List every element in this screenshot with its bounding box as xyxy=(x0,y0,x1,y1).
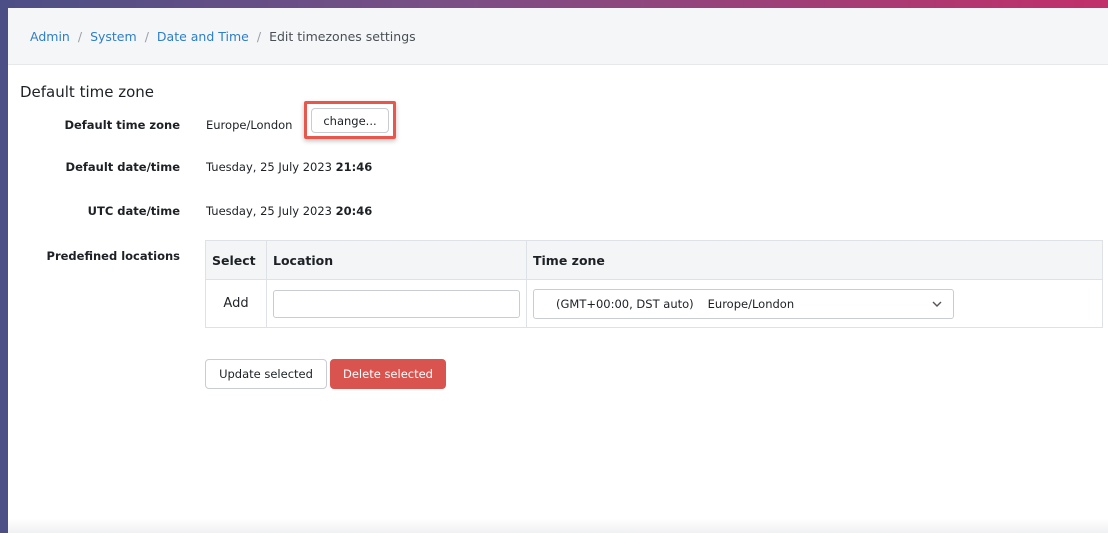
predefined-locations-label: Predefined locations xyxy=(46,249,180,263)
timezone-cell: (GMT+00:00, DST auto) Europe/London xyxy=(526,279,1103,328)
location-cell xyxy=(266,279,527,328)
default-time: 21:46 xyxy=(335,160,373,174)
breadcrumb-system[interactable]: System xyxy=(90,29,137,44)
change-timezone-button[interactable]: change... xyxy=(311,108,389,133)
delete-selected-button[interactable]: Delete selected xyxy=(330,359,446,389)
update-selected-button[interactable]: Update selected xyxy=(205,359,327,389)
window-frame: Admin / System / Date and Time / Edit ti… xyxy=(0,0,1108,533)
default-timezone-value: Europe/London xyxy=(206,118,293,132)
table-header-row: Select Location Time zone xyxy=(205,240,1103,280)
default-timezone-label: Default time zone xyxy=(64,118,180,132)
utc-time: 20:46 xyxy=(335,204,373,218)
breadcrumb-separator: / xyxy=(256,28,262,44)
add-cell: Add xyxy=(205,279,267,328)
utc-datetime-label: UTC date/time xyxy=(87,204,180,218)
breadcrumb: Admin / System / Date and Time / Edit ti… xyxy=(8,8,1108,65)
breadcrumb-admin[interactable]: Admin xyxy=(30,29,70,44)
breadcrumb-separator: / xyxy=(144,28,149,44)
page-content: Admin / System / Date and Time / Edit ti… xyxy=(8,8,1108,533)
default-datetime-value: Tuesday, 25 July 2023 21:46 xyxy=(206,160,372,174)
timezone-name: Europe/London xyxy=(707,296,795,311)
column-header-timezone: Time zone xyxy=(526,240,1103,280)
timezone-offset: (GMT+00:00, DST auto) xyxy=(556,296,694,311)
table-row: Add (GMT+00:00, DST auto) Europe/London xyxy=(205,279,1103,328)
utc-date: Tuesday, 25 July 2023 xyxy=(206,204,332,218)
predefined-locations-table: Select Location Time zone Add (GMT+00:00… xyxy=(205,240,1103,328)
chevron-down-icon xyxy=(932,301,942,307)
column-header-select: Select xyxy=(205,240,267,280)
timezone-select[interactable]: (GMT+00:00, DST auto) Europe/London xyxy=(533,288,954,319)
location-input[interactable] xyxy=(273,289,520,318)
default-datetime-label: Default date/time xyxy=(65,160,180,174)
bottom-divider xyxy=(8,519,1108,533)
breadcrumb-current: Edit timezones settings xyxy=(269,28,416,44)
breadcrumb-date-and-time[interactable]: Date and Time xyxy=(157,29,249,44)
breadcrumb-separator: / xyxy=(77,28,83,44)
utc-datetime-value: Tuesday, 25 July 2023 20:46 xyxy=(206,204,372,218)
default-date: Tuesday, 25 July 2023 xyxy=(206,160,332,174)
section-title: Default time zone xyxy=(20,83,155,101)
column-header-location: Location xyxy=(266,240,527,280)
